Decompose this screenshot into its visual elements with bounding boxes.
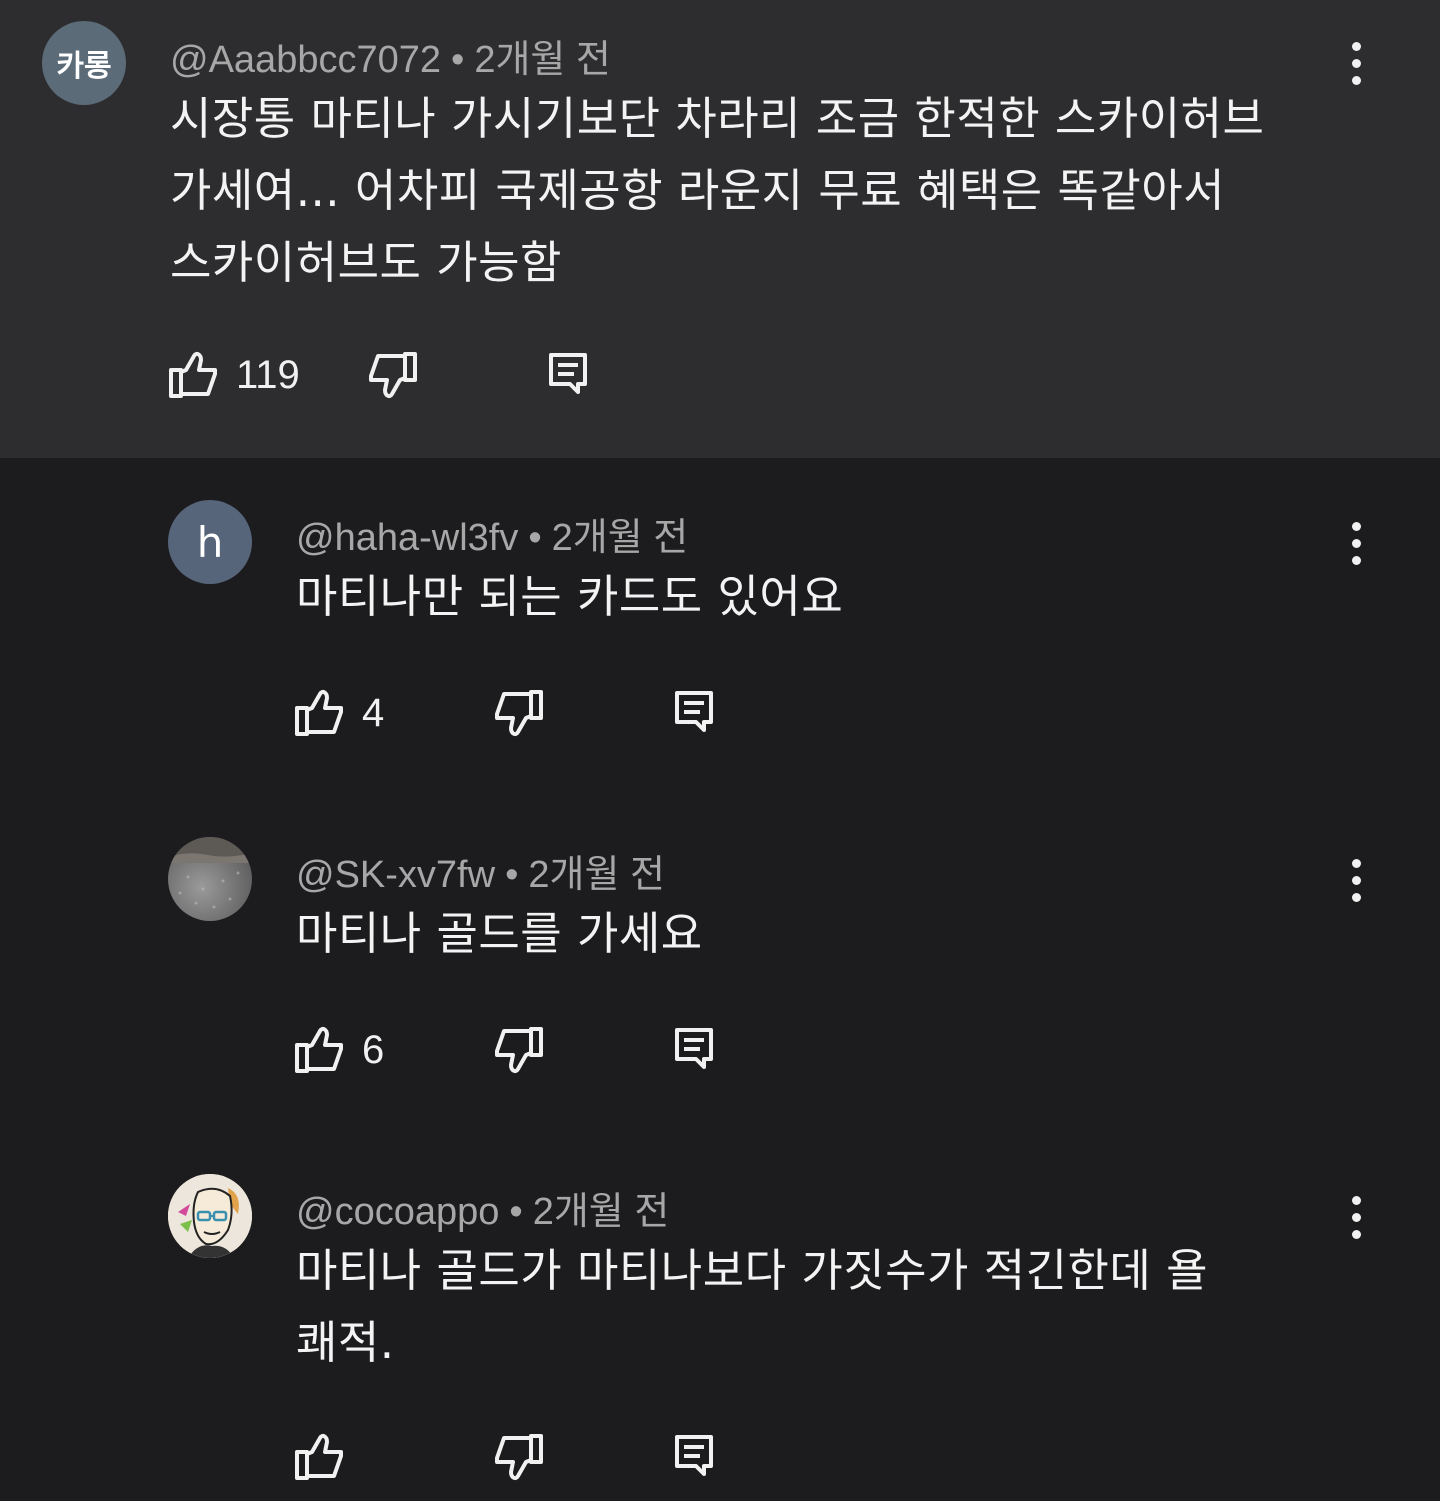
- separator-dot: •: [528, 517, 542, 559]
- like-count: 4: [362, 690, 385, 735]
- author-name[interactable]: @haha-wl3fv: [296, 517, 518, 559]
- reply-icon: [675, 1028, 713, 1069]
- thumbs-down-icon: [495, 1027, 543, 1074]
- reply-comment: @SK-xv7fw • 2개월 전 마티나 골드를 가세요 6: [0, 795, 1440, 1132]
- more-vert-icon: [1351, 858, 1361, 868]
- more-vert-icon-dot: [1351, 555, 1361, 565]
- dislike-button[interactable]: [492, 1432, 544, 1482]
- more-options-button[interactable]: [1336, 850, 1376, 910]
- more-vert-icon-dot: [1351, 58, 1361, 68]
- separator-dot: •: [505, 854, 519, 896]
- thumbs-down-icon: [495, 690, 543, 737]
- thumbs-up-icon: [169, 351, 217, 398]
- reply-comment: h @haha-wl3fv • 2개월 전 마티나만 되는 카드도 있어요 4: [0, 458, 1440, 795]
- dislike-button[interactable]: [366, 350, 418, 400]
- reply-icon: [675, 691, 713, 732]
- like-count: 119: [236, 352, 300, 397]
- separator-dot: •: [451, 39, 465, 81]
- cartoon-face-avatar-icon: [168, 1174, 252, 1258]
- like-button[interactable]: [294, 1432, 362, 1482]
- comment-meta: @haha-wl3fv • 2개월 전: [296, 506, 688, 561]
- comment-thread-top: 카롱 @Aaabbcc7072 • 2개월 전 시장통 마티나 가시기보단 차라리 …: [0, 0, 1440, 458]
- dislike-button[interactable]: [492, 688, 544, 738]
- comment-meta: @SK-xv7fw • 2개월 전: [296, 843, 665, 898]
- thumbs-up-icon: [295, 689, 343, 736]
- reply-button[interactable]: [674, 1434, 714, 1478]
- comment-text: 마티나 골드를 가세요: [296, 907, 703, 960]
- timestamp[interactable]: 2개월 전: [533, 1191, 670, 1233]
- reply-comment: @cocoappo • 2개월 전 마티나 골드가 마티나보다 가짓수가 적긴한데 …: [0, 1132, 1440, 1501]
- thumbs-down-icon: [369, 352, 417, 399]
- more-vert-icon: [1351, 1195, 1361, 1205]
- more-vert-icon-dot: [1351, 875, 1361, 885]
- reply-button[interactable]: [674, 690, 714, 734]
- avatar[interactable]: [168, 837, 252, 921]
- reply-button[interactable]: [548, 352, 588, 396]
- more-vert-icon: [1351, 521, 1361, 531]
- author-name[interactable]: @Aaabbcc7072: [170, 39, 441, 81]
- dislike-button[interactable]: [492, 1025, 544, 1075]
- comment-meta: @Aaabbcc7072 • 2개월 전: [170, 28, 611, 83]
- author-name[interactable]: @cocoappo: [296, 1191, 499, 1233]
- thumbs-up-icon: [295, 1433, 343, 1480]
- like-button[interactable]: 6: [294, 1025, 384, 1075]
- photo-avatar-icon: [168, 837, 252, 909]
- more-vert-icon-dot: [1351, 1212, 1361, 1222]
- avatar[interactable]: [168, 1174, 252, 1258]
- comment-text: 마티나만 되는 카드도 있어요: [296, 570, 844, 623]
- comment-meta: @cocoappo • 2개월 전: [296, 1180, 669, 1235]
- like-button[interactable]: 4: [294, 688, 384, 738]
- timestamp[interactable]: 2개월 전: [528, 854, 665, 896]
- author-name[interactable]: @SK-xv7fw: [296, 854, 495, 896]
- more-options-button[interactable]: [1336, 33, 1376, 93]
- reply-button[interactable]: [674, 1027, 714, 1071]
- reply-icon: [675, 1435, 713, 1476]
- avatar-initials: 카롱: [56, 49, 112, 84]
- comment-text: 시장통 마티나 가시기보단 차라리 조금 한적한 스카이허브 가세여... 어차…: [170, 92, 1265, 289]
- more-options-button[interactable]: [1336, 513, 1376, 573]
- thumbs-up-icon: [295, 1026, 343, 1073]
- comment-text: 마티나 골드가 마티나보다 가짓수가 적긴한데 욜 쾌적.: [296, 1244, 1209, 1369]
- more-vert-icon-dot: [1351, 75, 1361, 85]
- timestamp[interactable]: 2개월 전: [552, 517, 689, 559]
- thumbs-down-icon: [495, 1434, 543, 1481]
- separator-dot: •: [509, 1191, 523, 1233]
- more-vert-icon-dot: [1351, 892, 1361, 902]
- more-options-button[interactable]: [1336, 1187, 1376, 1247]
- timestamp[interactable]: 2개월 전: [474, 39, 611, 81]
- avatar[interactable]: h: [168, 500, 252, 584]
- more-vert-icon-dot: [1351, 538, 1361, 548]
- like-count: 6: [362, 1027, 385, 1072]
- avatar-initials: h: [196, 517, 224, 567]
- more-vert-icon: [1351, 41, 1361, 51]
- avatar[interactable]: 카롱: [42, 21, 126, 105]
- like-button[interactable]: 119: [168, 350, 300, 400]
- more-vert-icon-dot: [1351, 1229, 1361, 1239]
- reply-icon: [549, 353, 587, 394]
